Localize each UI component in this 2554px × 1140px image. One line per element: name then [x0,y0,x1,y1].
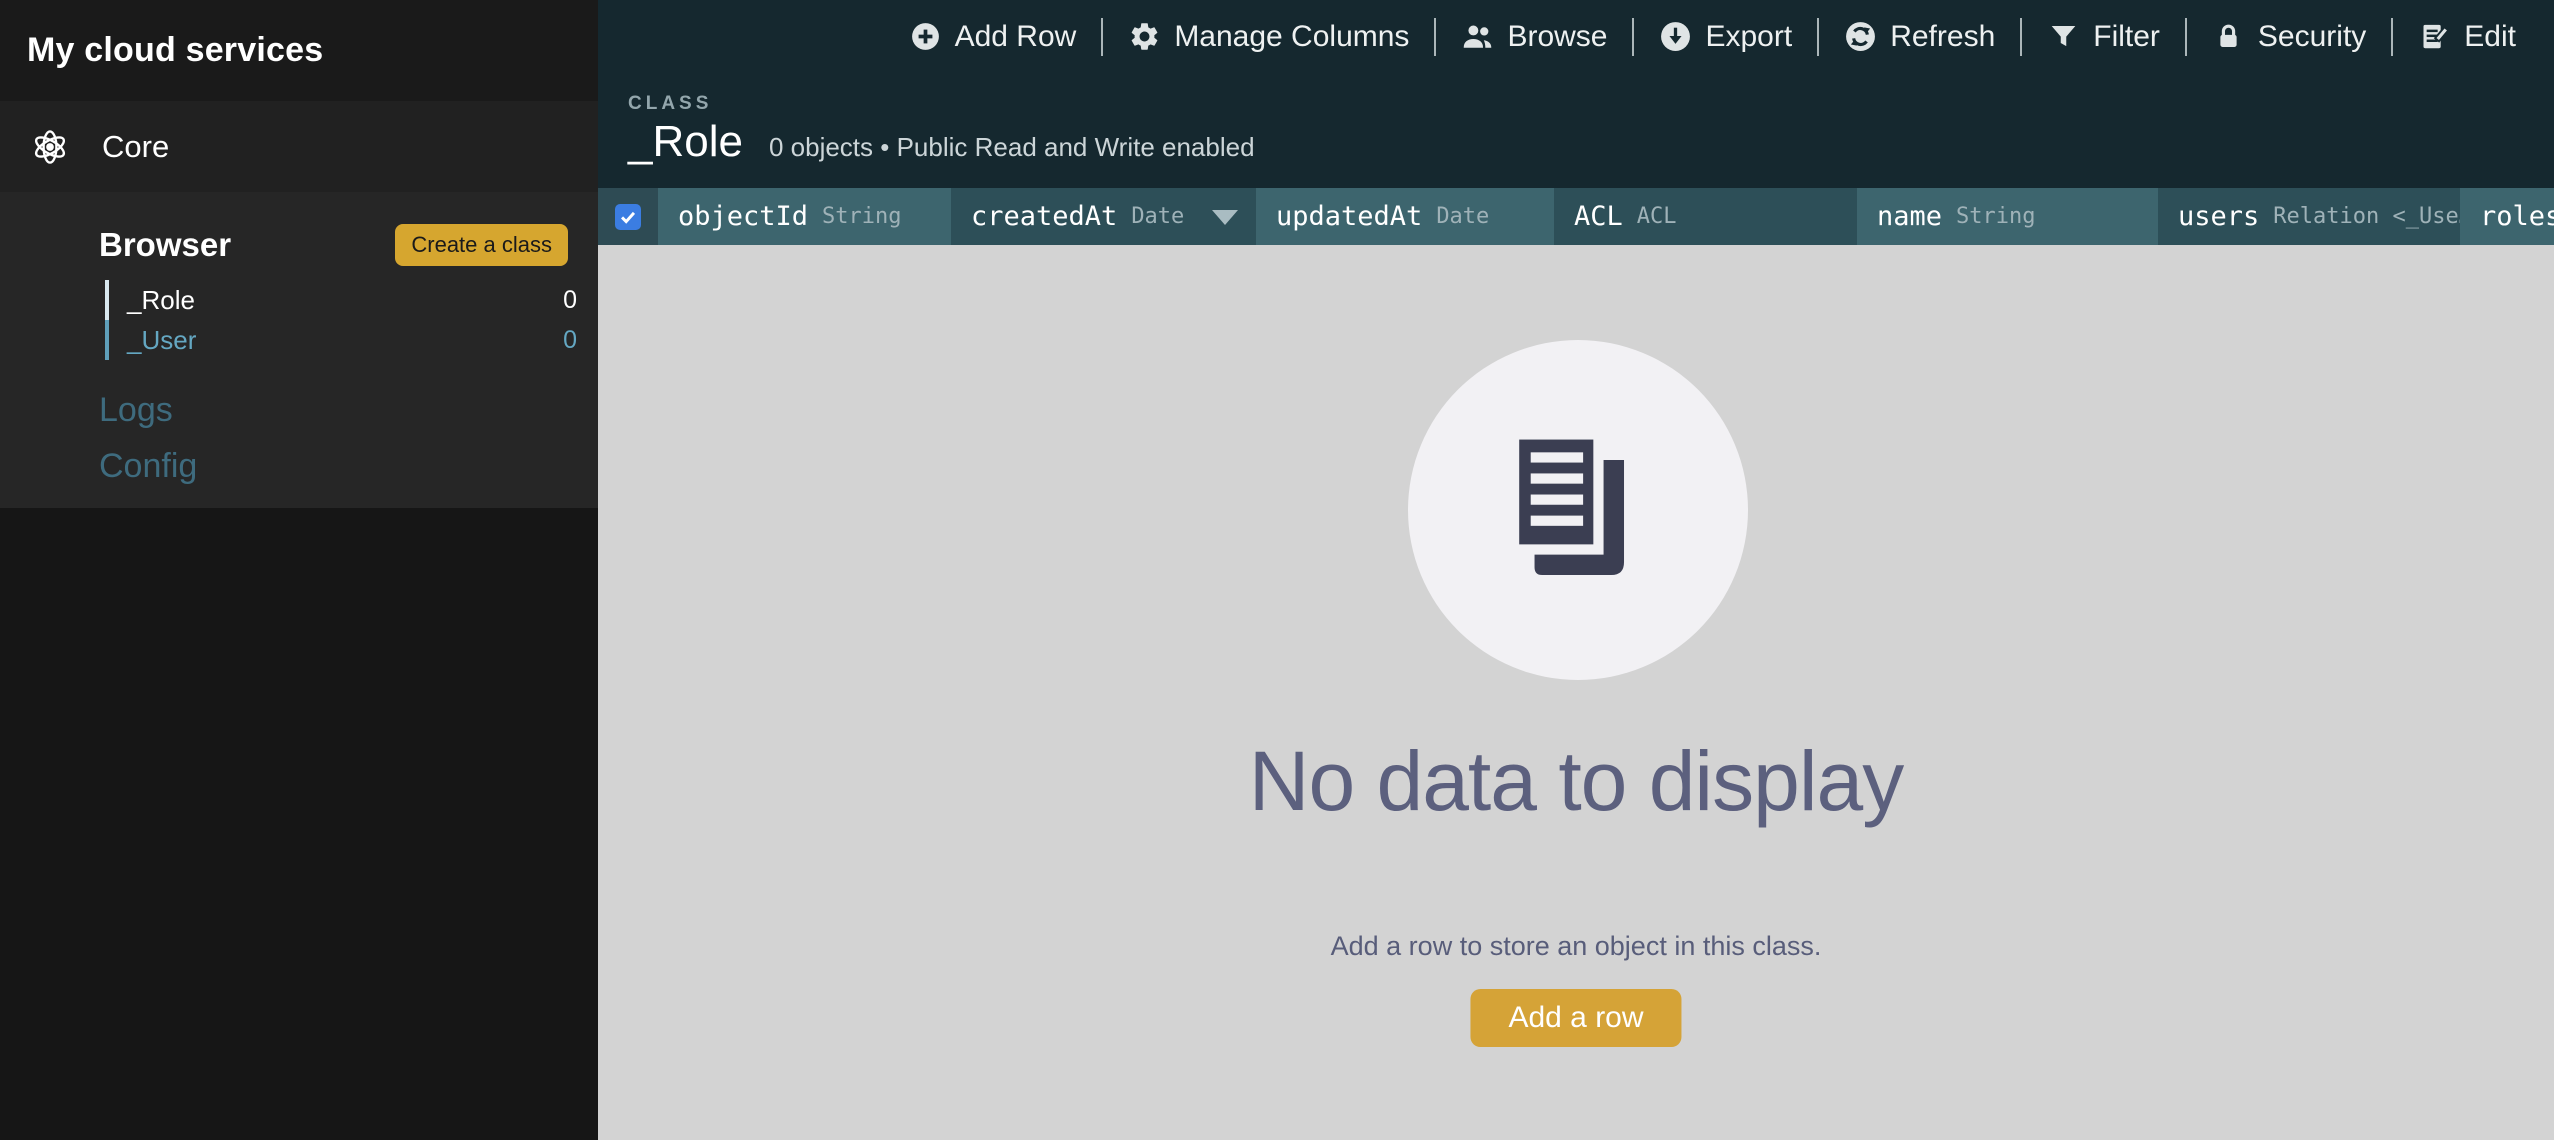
app-title: My cloud services [27,31,323,70]
toolbar-button-security[interactable]: Security [2212,20,2366,54]
column-header-users[interactable]: users Relation <_Use… [2158,188,2460,245]
class-subtitle: 0 objects • Public Read and Write enable… [769,132,1255,163]
empty-state-badge [1408,340,1748,680]
column-header-acl[interactable]: ACL ACL [1554,188,1857,245]
toolbar-separator [1632,18,1634,56]
browse-users-icon [1461,20,1494,53]
add-a-row-button[interactable]: Add a row [1470,989,1681,1047]
column-header-roles[interactable]: roles [2460,188,2554,245]
data-browser-content: No data to display Add a row to store an… [598,245,2554,1140]
class-kicker: CLASS [628,93,2554,115]
toolbar-separator [2391,18,2393,56]
class-title: _Role [628,117,743,167]
empty-state-subtitle: Add a row to store an object in this cla… [598,931,2554,962]
check-icon [617,206,639,228]
toolbar-button-manage-columns[interactable]: Manage Columns [1128,20,1409,54]
toolbar-separator [1817,18,1819,56]
sidebar-browser-section: Browser Create a class _Role 0 _User 0 L… [0,192,598,508]
sidebar-link-logs[interactable]: Logs [99,390,598,430]
toolbar-button-filter[interactable]: Filter [2047,20,2160,54]
sidebar-link-config[interactable]: Config [99,446,598,486]
toolbar-button-browse[interactable]: Browse [1461,20,1607,54]
select-all-cell [598,188,658,245]
toolbar-separator [1101,18,1103,56]
sidebar-class-item-role[interactable]: _Role 0 [105,280,577,320]
lock-icon [2212,20,2245,53]
column-header-objectid[interactable]: objectId String [658,188,951,245]
export-icon [1659,20,1692,53]
edit-icon [2418,20,2451,53]
toolbar-separator [2185,18,2187,56]
class-list: _Role 0 _User 0 [105,280,577,360]
toolbar-button-edit[interactable]: Edit [2418,20,2516,54]
toolbar-separator [2020,18,2022,56]
toolbar-button-export[interactable]: Export [1659,20,1792,54]
sidebar-header: My cloud services [0,0,598,101]
filter-icon [2047,20,2080,53]
gear-icon [1128,20,1161,53]
sidebar: My cloud services Core Browser Create a … [0,0,598,1140]
sidebar-links: Logs Config [99,390,598,486]
toolbar-button-add-row[interactable]: Add Row [909,20,1077,54]
toolbar-separator [1434,18,1436,56]
toolbar: Add Row Manage Columns Browse Export Ref… [598,0,2554,73]
atom-icon [28,125,72,169]
toolbar-button-refresh[interactable]: Refresh [1844,20,1995,54]
create-class-button[interactable]: Create a class [395,224,568,266]
column-header-name[interactable]: name String [1857,188,2158,245]
column-header-createdat[interactable]: createdAt Date [951,188,1256,245]
class-header: CLASS _Role 0 objects • Public Read and … [598,73,2554,188]
sort-descending-icon[interactable] [1212,210,1238,225]
documents-icon [1514,437,1642,584]
sidebar-class-item-user[interactable]: _User 0 [105,320,577,360]
add-row-icon [909,20,942,53]
table-header-row: objectId String createdAt Date updatedAt… [598,188,2554,245]
column-header-updatedat[interactable]: updatedAt Date [1256,188,1554,245]
browser-heading[interactable]: Browser [99,226,231,264]
select-all-checkbox[interactable] [615,204,641,230]
sidebar-item-core-label: Core [102,129,169,165]
refresh-icon [1844,20,1877,53]
empty-state-title: No data to display [598,733,2554,830]
sidebar-item-core[interactable]: Core [0,101,598,192]
